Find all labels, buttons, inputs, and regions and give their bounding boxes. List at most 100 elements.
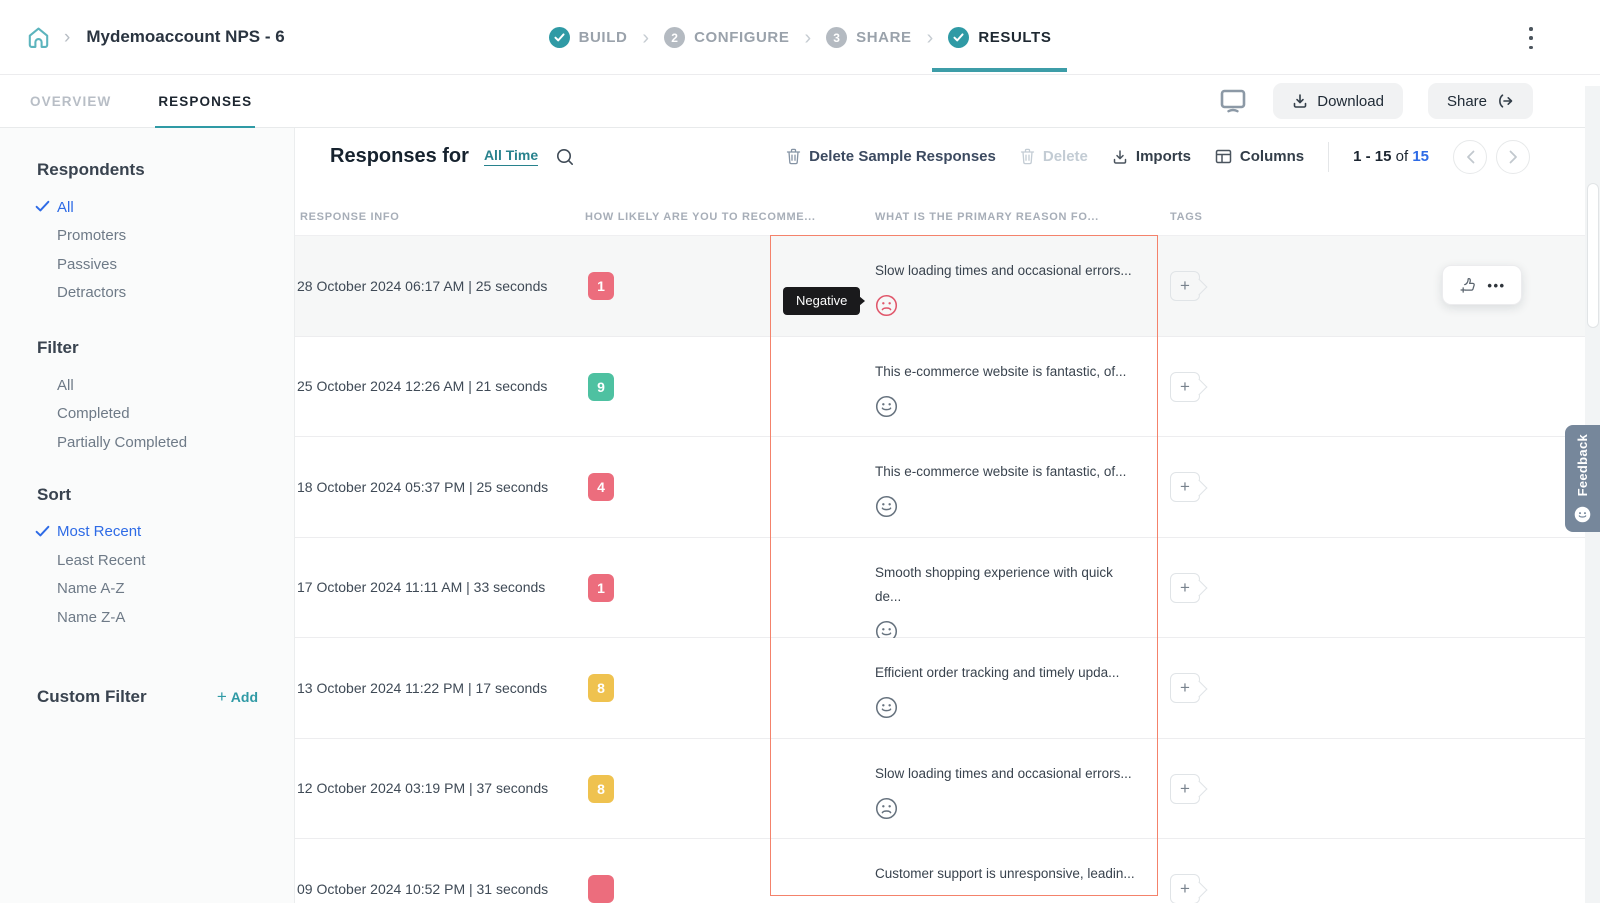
top-action-group: Download Share <box>1218 83 1600 119</box>
columns-icon <box>1215 149 1232 164</box>
responses-pane: Responses for All Time Delete Sample Res… <box>295 128 1600 903</box>
delete-sample-responses-button[interactable]: Delete Sample Responses <box>786 148 996 165</box>
step-configure[interactable]: 2 CONFIGURE <box>664 27 789 48</box>
add-tag-button[interactable] <box>1170 372 1200 402</box>
pagination-controls <box>1453 140 1530 174</box>
sidebar-item-partially-completed[interactable]: Partially Completed <box>37 428 294 457</box>
preview-button[interactable] <box>1218 87 1248 115</box>
check-circle-icon <box>948 27 969 48</box>
add-tag-button[interactable] <box>1170 874 1200 903</box>
add-reaction-icon[interactable] <box>1458 275 1478 295</box>
add-label: Add <box>231 689 258 705</box>
sidebar-item-all[interactable]: All <box>37 371 294 400</box>
add-custom-filter-button[interactable]: +Add <box>217 687 258 707</box>
add-tag-button[interactable] <box>1170 573 1200 603</box>
sidebar-section-title: Respondents <box>37 160 294 180</box>
column-header-nps-question: HOW LIKELY ARE YOU TO RECOMME... <box>585 211 816 223</box>
prev-page-button[interactable] <box>1453 140 1487 174</box>
sidebar-item-label: Most Recent <box>57 523 141 540</box>
step-separator-icon: › <box>804 28 811 48</box>
sidebar-item-most-recent[interactable]: Most Recent <box>37 518 294 547</box>
table-row[interactable]: 17 October 2024 11:11 AM | 33 seconds 1 … <box>295 538 1600 639</box>
top-header: › Mydemoaccount NPS - 6 BUILD › 2 CONFIG… <box>0 0 1600 75</box>
workflow-stepper: BUILD › 2 CONFIGURE › 3 SHARE › RESULTS <box>0 0 1600 75</box>
nps-score-chip: 8 <box>588 674 614 702</box>
columns-label: Columns <box>1240 148 1304 165</box>
response-info-cell: 13 October 2024 11:22 PM | 17 seconds <box>297 638 583 738</box>
step-label: RESULTS <box>978 29 1051 46</box>
add-tag-button[interactable] <box>1170 673 1200 703</box>
toolbar-actions: Delete Sample Responses Delete Imports <box>786 140 1530 174</box>
feedback-tab[interactable]: Feedback <box>1565 425 1600 532</box>
download-label: Download <box>1317 93 1384 110</box>
step-share[interactable]: 3 SHARE <box>826 27 912 48</box>
reason-cell: Efficient order tracking and timely upda… <box>875 638 1163 719</box>
sidebar-item-detractors[interactable]: Detractors <box>37 279 294 308</box>
reason-cell: Slow loading times and occasional errors… <box>875 739 1163 820</box>
chevron-right-icon <box>1509 150 1518 164</box>
pagination-total[interactable]: 15 <box>1412 148 1429 165</box>
sentiment-tooltip: Negative <box>783 287 860 315</box>
table-row[interactable]: 12 October 2024 03:19 PM | 37 seconds 8 … <box>295 739 1600 840</box>
imports-button[interactable]: Imports <box>1112 148 1191 165</box>
table-row[interactable]: 13 October 2024 11:22 PM | 17 seconds 8 … <box>295 638 1600 739</box>
column-header-reason-question: WHAT IS THE PRIMARY REASON FO... <box>875 211 1099 223</box>
sidebar-item-passives[interactable]: Passives <box>37 250 294 279</box>
pagination-of: of <box>1396 148 1409 165</box>
sentiment-icon <box>875 495 898 518</box>
app-window: › Mydemoaccount NPS - 6 BUILD › 2 CONFIG… <box>0 0 1600 903</box>
step-separator-icon: › <box>642 28 649 48</box>
table-row[interactable]: 25 October 2024 12:26 AM | 21 seconds 9 … <box>295 337 1600 438</box>
reason-cell: Smooth shopping experience with quick de… <box>875 538 1163 643</box>
add-tag-button[interactable] <box>1170 271 1200 301</box>
columns-button[interactable]: Columns <box>1215 148 1304 165</box>
reason-text: Slow loading times and occasional errors… <box>875 259 1163 283</box>
response-info-cell: 28 October 2024 06:17 AM | 25 seconds <box>297 236 583 336</box>
table-row[interactable]: 18 October 2024 05:37 PM | 25 seconds 4 … <box>295 437 1600 538</box>
nps-score-chip: 1 <box>588 574 614 602</box>
tab-overview[interactable]: OVERVIEW <box>30 75 111 128</box>
download-button[interactable]: Download <box>1273 83 1403 119</box>
responses-toolbar: Responses for All Time Delete Sample Res… <box>295 128 1600 185</box>
add-tag-button[interactable] <box>1170 472 1200 502</box>
sidebar-item-name-z-a[interactable]: Name Z-A <box>37 603 294 632</box>
reason-cell: This e-commerce website is fantastic, of… <box>875 437 1163 518</box>
share-button[interactable]: Share <box>1428 83 1533 119</box>
column-header-tags: TAGS <box>1170 211 1203 223</box>
nps-score-chip: 4 <box>588 473 614 501</box>
step-build[interactable]: BUILD <box>549 27 628 48</box>
step-results[interactable]: RESULTS <box>948 27 1051 48</box>
time-range-link[interactable]: All Time <box>484 147 538 166</box>
table-header-row: RESPONSE INFO HOW LIKELY ARE YOU TO RECO… <box>295 185 1600 235</box>
sidebar-item-promoters[interactable]: Promoters <box>37 222 294 251</box>
step-label: SHARE <box>856 29 912 46</box>
step-label: CONFIGURE <box>694 29 789 46</box>
more-options-icon[interactable]: ••• <box>1487 278 1505 293</box>
scrollbar-thumb[interactable] <box>1587 183 1599 328</box>
pagination-status: 1 - 15 of 15 <box>1353 148 1429 165</box>
delete-button[interactable]: Delete <box>1020 148 1088 165</box>
more-menu-kebab-icon[interactable] <box>1524 27 1538 49</box>
sidebar-item-least-recent[interactable]: Least Recent <box>37 546 294 575</box>
nps-score-chip <box>588 875 614 903</box>
table-row[interactable]: 28 October 2024 06:17 AM | 25 seconds 1 … <box>295 236 1600 337</box>
reason-text: Efficient order tracking and timely upda… <box>875 661 1163 685</box>
response-info-cell: 25 October 2024 12:26 AM | 21 seconds <box>297 337 583 437</box>
table-row[interactable]: 09 October 2024 10:52 PM | 31 seconds Cu… <box>295 839 1600 903</box>
sidebar-item-completed[interactable]: Completed <box>37 400 294 429</box>
reason-cell: This e-commerce website is fantastic, of… <box>875 337 1163 418</box>
add-tag-button[interactable] <box>1170 774 1200 804</box>
search-button[interactable] <box>553 145 577 169</box>
sidebar-item-name-a-z[interactable]: Name A-Z <box>37 575 294 604</box>
next-page-button[interactable] <box>1496 140 1530 174</box>
nps-score-chip: 1 <box>588 272 614 300</box>
filters-sidebar: RespondentsAllPromotersPassivesDetractor… <box>0 128 295 903</box>
sidebar-item-label: Completed <box>57 405 130 422</box>
delete-label: Delete <box>1043 148 1088 165</box>
feedback-label: Feedback <box>1575 434 1590 496</box>
tab-responses[interactable]: RESPONSES <box>158 75 252 128</box>
toolbar-divider <box>1328 142 1329 172</box>
sidebar-item-all[interactable]: All <box>37 193 294 222</box>
pagination-range: 1 - 15 <box>1353 148 1391 165</box>
pane-title: Responses for <box>330 145 469 168</box>
